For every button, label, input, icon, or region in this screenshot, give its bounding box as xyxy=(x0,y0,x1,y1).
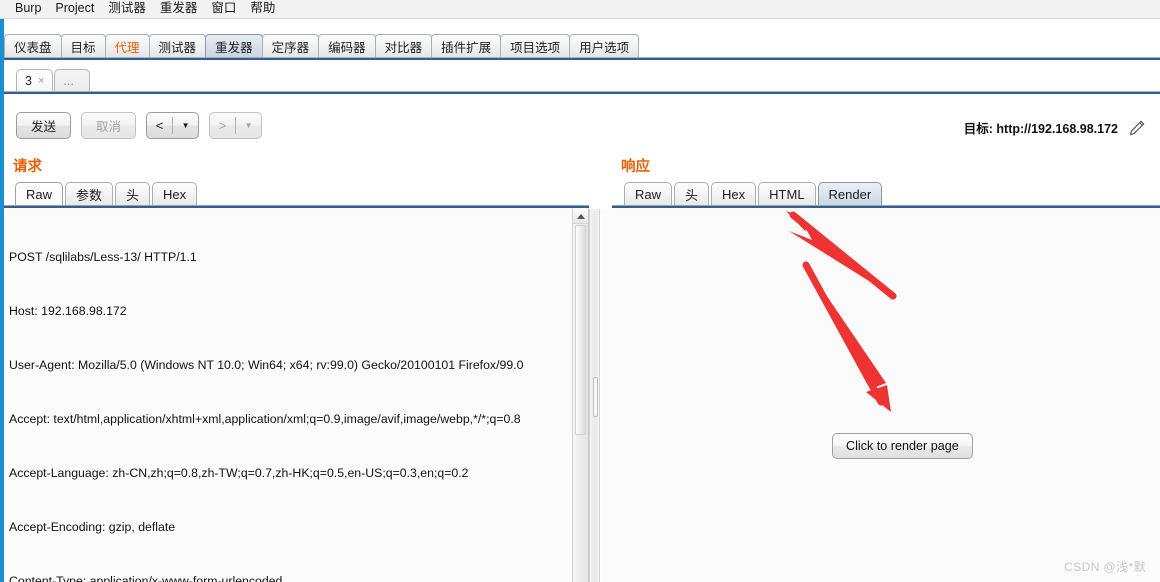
tab-comparer[interactable]: 对比器 xyxy=(374,34,433,58)
response-tab-underline xyxy=(612,205,1160,208)
request-line: Accept: text/html,application/xhtml+xml,… xyxy=(9,412,521,426)
request-tab-bar: Raw 参数 头 Hex xyxy=(15,182,199,205)
menu-item-project[interactable]: Project xyxy=(48,0,101,18)
response-tab-raw[interactable]: Raw xyxy=(624,182,673,205)
target-area: 目标: http://192.168.98.172 xyxy=(964,118,1146,137)
menu-item-repeater[interactable]: 重发器 xyxy=(153,0,205,18)
menu-bar: Burp Project 测试器 重发器 窗口 帮助 xyxy=(0,0,1160,19)
request-tab-params[interactable]: 参数 xyxy=(65,182,114,205)
menu-item-window[interactable]: 窗口 xyxy=(204,0,243,18)
left-accent-strip-lower xyxy=(0,150,3,582)
pencil-icon[interactable] xyxy=(1128,119,1146,137)
panel-splitter[interactable] xyxy=(589,209,600,582)
chevron-down-icon: ▼ xyxy=(244,121,253,130)
request-line: Accept-Encoding: gzip, deflate xyxy=(9,520,176,534)
forward-arrow-icon: > xyxy=(218,118,227,133)
response-tab-render[interactable]: Render xyxy=(817,182,883,205)
request-tab-underline xyxy=(4,205,589,208)
click-to-render-page-button[interactable]: Click to render page xyxy=(832,433,973,459)
send-button[interactable]: 发送 xyxy=(16,112,72,139)
cancel-button[interactable]: 取消 xyxy=(81,112,137,139)
tab-decoder[interactable]: 编码器 xyxy=(318,34,376,58)
tab-user-options[interactable]: 用户选项 xyxy=(569,34,640,58)
request-line: Host: 192.168.98.172 xyxy=(9,304,127,318)
scroll-up-icon[interactable] xyxy=(573,209,588,224)
request-raw-text[interactable]: POST /sqlilabs/Less-13/ HTTP/1.1 Host: 1… xyxy=(9,212,569,582)
request-panel-title: 请求 xyxy=(13,159,42,175)
response-tab-bar: Raw 头 Hex HTML Render xyxy=(624,182,884,205)
splitter-grip[interactable] xyxy=(593,377,598,417)
tab-proxy[interactable]: 代理 xyxy=(104,34,150,58)
forward-button[interactable]: > ▼ xyxy=(209,112,263,139)
request-editor[interactable]: POST /sqlilabs/Less-13/ HTTP/1.1 Host: 1… xyxy=(4,209,589,582)
request-line: User-Agent: Mozilla/5.0 (Windows NT 10.0… xyxy=(9,358,524,372)
tab-target[interactable]: 目标 xyxy=(60,34,106,58)
burp-suite-window: Burp Project 测试器 重发器 窗口 帮助 仪表盘 目标 代理 测试器… xyxy=(0,0,1160,582)
tab-sequencer[interactable]: 定序器 xyxy=(261,34,320,58)
response-panel-title: 响应 xyxy=(621,159,650,175)
request-tab-hex[interactable]: Hex xyxy=(152,182,198,205)
target-label: 目标: http://192.168.98.172 xyxy=(963,122,1118,136)
response-tab-html[interactable]: HTML xyxy=(758,182,816,205)
tab-intruder[interactable]: 测试器 xyxy=(148,34,207,58)
request-line: Accept-Language: zh-CN,zh;q=0.8,zh-TW;q=… xyxy=(9,466,469,480)
menu-item-intruder[interactable]: 测试器 xyxy=(101,0,153,18)
main-tab-underline xyxy=(4,57,1160,60)
tab-dashboard[interactable]: 仪表盘 xyxy=(4,34,62,58)
tab-extender[interactable]: 插件扩展 xyxy=(431,34,502,58)
request-scrollbar[interactable] xyxy=(572,209,588,582)
request-line: POST /sqlilabs/Less-13/ HTTP/1.1 xyxy=(9,250,197,264)
chevron-down-icon: ▼ xyxy=(181,121,190,130)
back-button[interactable]: < ▼ xyxy=(146,112,200,139)
response-tab-hex[interactable]: Hex xyxy=(711,182,757,205)
repeater-tab-3[interactable]: 3 × xyxy=(16,69,54,92)
main-tab-bar: 仪表盘 目标 代理 测试器 重发器 定序器 编码器 对比器 插件扩展 项目选项 … xyxy=(4,33,1160,58)
csdn-watermark: CSDN @浅*默 xyxy=(1064,560,1146,574)
tab-repeater[interactable]: 重发器 xyxy=(205,34,263,58)
repeater-tab-label: ... xyxy=(63,74,74,88)
tab-project-options[interactable]: 项目选项 xyxy=(500,34,571,58)
repeater-tab-underline xyxy=(4,91,1160,94)
repeater-tab-label: 3 xyxy=(25,74,32,88)
request-tab-headers[interactable]: 头 xyxy=(115,182,151,205)
response-tab-headers[interactable]: 头 xyxy=(674,182,710,205)
repeater-tab-new[interactable]: ... xyxy=(54,69,91,92)
repeater-action-bar: 发送 取消 < ▼ > ▼ xyxy=(16,112,263,139)
menu-item-help[interactable]: 帮助 xyxy=(243,0,282,18)
menu-item-burp[interactable]: Burp xyxy=(8,0,48,18)
response-render-view: Click to render page xyxy=(601,209,1160,582)
back-arrow-icon: < xyxy=(155,118,164,133)
request-line: Content-Type: application/x-www-form-url… xyxy=(9,574,283,582)
request-tab-raw[interactable]: Raw xyxy=(15,182,64,205)
scrollbar-thumb[interactable] xyxy=(575,225,586,435)
repeater-tab-bar: 3 × ... xyxy=(16,68,91,92)
close-icon[interactable]: × xyxy=(38,75,44,87)
